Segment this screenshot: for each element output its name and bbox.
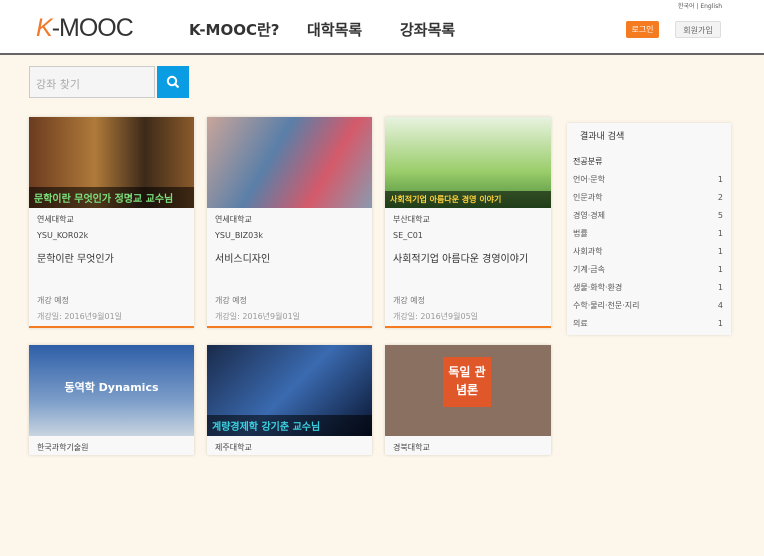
- course-card[interactable]: 사회적기업 아름다운 경영 이야기 부산대학교 SE_C01 사회적기업 아름다운 …: [385, 117, 551, 328]
- course-code: YSU_BIZ03k: [215, 231, 263, 240]
- sidebar-title: 결과내 검색: [580, 132, 625, 142]
- search-button[interactable]: [157, 66, 189, 98]
- course-status: 개강 예정: [215, 296, 247, 305]
- course-thumbnail: 사회적기업 아름다운 경영 이야기: [385, 117, 551, 208]
- course-thumbnail: 계량경제학 강기춘 교수님: [207, 345, 372, 436]
- course-thumbnail: [207, 117, 372, 208]
- category-count: 4: [717, 301, 723, 310]
- university: 연세대학교: [215, 215, 252, 224]
- thumbnail-caption: 계량경제학 강기춘 교수님: [207, 415, 372, 436]
- category-count: 5: [717, 211, 723, 220]
- category-filter[interactable]: 언어·문학 1: [567, 171, 731, 189]
- start-date: 개강일: 2016년9월01일: [215, 312, 301, 321]
- category-filter[interactable]: 의료 1: [567, 315, 731, 333]
- header: 한국어 | English K-MOOC K-MOOC란? 대학목록 강좌목록 …: [0, 0, 764, 55]
- category-name: 인문과학: [573, 193, 603, 202]
- thumbnail-caption: 독일 관념론: [443, 357, 491, 407]
- signup-button[interactable]: 회원가입: [675, 21, 721, 38]
- course-code: YSU_KOR02k: [37, 231, 89, 240]
- nav-courses[interactable]: 강좌목록: [400, 19, 455, 40]
- thumbnail-caption: 문학이란 무엇인가 정명교 교수님: [29, 187, 194, 208]
- university: 부산대학교: [393, 215, 430, 224]
- category-name: 기계·금속: [573, 265, 605, 274]
- thumbnail-caption: 사회적기업 아름다운 경영 이야기: [385, 191, 551, 208]
- category-count: 1: [717, 247, 723, 256]
- course-card[interactable]: 문학이란 무엇인가 정명교 교수님 연세대학교 YSU_KOR02k 문학이란 무엇…: [29, 117, 194, 328]
- course-title[interactable]: 문학이란 무엇인가: [37, 250, 186, 265]
- course-status: 개강 예정: [393, 296, 425, 305]
- category-name: 사회과학: [573, 247, 603, 256]
- category-filter[interactable]: 사회과학 1: [567, 243, 731, 261]
- logo-k: K: [36, 14, 53, 42]
- start-date: 개강일: 2016년9월05일: [393, 312, 479, 321]
- category-name: 생물·화학·환경: [573, 283, 623, 292]
- category-count: 1: [717, 283, 723, 292]
- filter-sidebar: 결과내 검색 전공분류 언어·문학 1 인문과학 2 경영·경제 5 법률 1 사회과학 1 기계·…: [567, 123, 731, 335]
- course-thumbnail: 독일 관념론: [385, 345, 551, 436]
- nav-universities[interactable]: 대학목록: [307, 19, 362, 40]
- category-name: 의료: [573, 319, 588, 328]
- course-title[interactable]: 사회적기업 아름다운 경영이야기: [393, 250, 543, 265]
- category-name: 언어·문학: [573, 175, 605, 184]
- search-input[interactable]: 강좌 찾기: [29, 66, 155, 98]
- category-count: 1: [717, 319, 723, 328]
- course-thumbnail: 동역학 Dynamics: [29, 345, 194, 436]
- logo[interactable]: K-MOOC: [36, 14, 134, 43]
- language-switch[interactable]: 한국어 | English: [678, 1, 722, 10]
- category-filter[interactable]: 법률 1: [567, 225, 731, 243]
- category-filter[interactable]: 경영·경제 5: [567, 207, 731, 225]
- category-name: 경영·경제: [573, 211, 605, 220]
- category-name: 수학·물리·천문·지리: [573, 301, 640, 310]
- nav-about[interactable]: K-MOOC란?: [189, 19, 280, 40]
- sidebar-section: 전공분류: [573, 157, 603, 166]
- university: 연세대학교: [37, 215, 74, 224]
- login-button[interactable]: 로그인: [626, 21, 659, 38]
- course-thumbnail: 문학이란 무엇인가 정명교 교수님: [29, 117, 194, 208]
- course-card[interactable]: 동역학 Dynamics 한국과학기술원: [29, 345, 194, 455]
- category-count: 1: [717, 175, 723, 184]
- logo-text: -MOOC: [51, 14, 134, 42]
- category-filter[interactable]: 생물·화학·환경 1: [567, 279, 731, 297]
- category-name: 법률: [573, 229, 588, 238]
- course-code: SE_C01: [393, 231, 423, 240]
- category-filter[interactable]: 인문과학 2: [567, 189, 731, 207]
- search-icon: [166, 75, 180, 89]
- category-filter[interactable]: 수학·물리·천문·지리 4: [567, 297, 731, 315]
- course-card[interactable]: 독일 관념론 경북대학교: [385, 345, 551, 455]
- course-card[interactable]: 계량경제학 강기춘 교수님 제주대학교: [207, 345, 372, 455]
- category-filter[interactable]: 기계·금속 1: [567, 261, 731, 279]
- category-count: 1: [717, 265, 723, 274]
- thumbnail-caption: 동역학 Dynamics: [64, 381, 159, 394]
- category-count: 2: [717, 193, 723, 202]
- course-status: 개강 예정: [37, 296, 69, 305]
- course-title[interactable]: 서비스디자인: [215, 250, 364, 265]
- course-card[interactable]: 연세대학교 YSU_BIZ03k 서비스디자인개강 예정개강일: 2016년9월01…: [207, 117, 372, 328]
- start-date: 개강일: 2016년9월01일: [37, 312, 123, 321]
- category-count: 1: [717, 229, 723, 238]
